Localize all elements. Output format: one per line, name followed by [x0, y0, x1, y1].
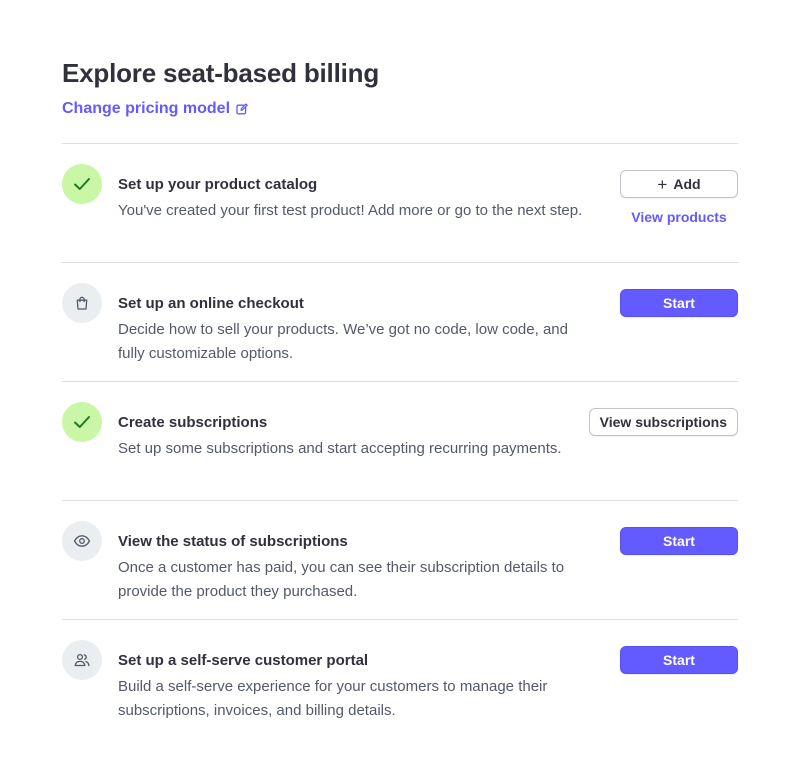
step-status-pending	[62, 283, 102, 323]
check-icon	[74, 178, 90, 190]
step-description: Once a customer has paid, you can see th…	[118, 559, 565, 600]
start-checkout-button[interactable]: Start	[620, 289, 738, 317]
page-title: Explore seat-based billing	[62, 58, 379, 88]
step-title: Create subscriptions	[118, 414, 268, 431]
step-product-catalog: Set up your product catalog You've creat…	[62, 144, 738, 263]
edit-icon	[236, 103, 248, 115]
shopping-bag-icon	[76, 296, 88, 310]
step-title: Set up an online checkout	[118, 295, 304, 312]
step-customer-portal: Set up a self-serve customer portal Buil…	[62, 620, 738, 739]
step-text: View the status of subscriptions Once a …	[118, 532, 598, 604]
users-icon	[74, 653, 90, 667]
start-portal-button[interactable]: Start	[620, 646, 738, 674]
view-subscriptions-button[interactable]: View subscriptions	[588, 408, 738, 436]
change-pricing-model-label: Change pricing model	[62, 100, 231, 117]
step-text: Set up an online checkout Decide how to …	[118, 294, 598, 366]
billing-setup-page: Explore seat-based billing Change pricin…	[0, 0, 800, 781]
step-text: Set up your product catalog You've creat…	[118, 175, 598, 223]
step-actions: Start	[620, 646, 738, 674]
step-title: View the status of subscriptions	[118, 533, 348, 550]
check-icon	[74, 416, 90, 428]
step-status-complete	[62, 402, 102, 442]
step-status-pending	[62, 521, 102, 561]
step-text: Set up a self-serve customer portal Buil…	[118, 651, 598, 723]
start-status-button[interactable]: Start	[620, 527, 738, 555]
step-description: Decide how to sell your products. We’ve …	[118, 321, 568, 362]
eye-icon	[73, 535, 91, 547]
step-online-checkout: Set up an online checkout Decide how to …	[62, 263, 738, 382]
step-description: Build a self-serve experience for your c…	[118, 678, 548, 719]
view-products-link[interactable]: View products	[631, 209, 726, 225]
step-actions: Start	[620, 289, 738, 317]
step-title: Set up a self-serve customer portal	[118, 652, 369, 669]
change-pricing-model-link[interactable]: Change pricing model	[62, 98, 248, 120]
step-description: Set up some subscriptions and start acce…	[118, 440, 562, 457]
plus-icon: +	[657, 174, 668, 194]
step-actions: Start	[620, 527, 738, 555]
step-actions: View subscriptions	[588, 408, 738, 436]
step-text: Create subscriptions Set up some subscri…	[118, 413, 598, 461]
add-product-button[interactable]: + Add	[620, 170, 738, 198]
step-create-subscriptions: Create subscriptions Set up some subscri…	[62, 382, 738, 501]
add-button-label: Add	[673, 176, 701, 192]
step-description: You've created your first test product! …	[118, 202, 583, 219]
step-status-complete	[62, 164, 102, 204]
step-actions: + Add View products	[620, 170, 738, 225]
setup-steps-list: Set up your product catalog You've creat…	[62, 143, 738, 739]
step-title: Set up your product catalog	[118, 176, 318, 193]
step-status-pending	[62, 640, 102, 680]
step-subscription-status: View the status of subscriptions Once a …	[62, 501, 738, 620]
